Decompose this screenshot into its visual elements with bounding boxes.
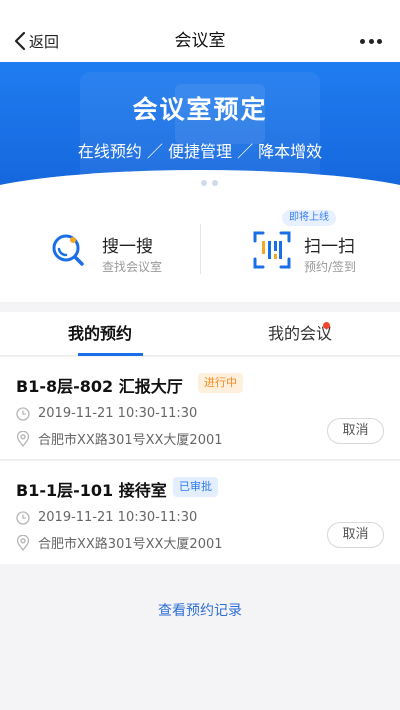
tab-active-indicator <box>78 353 143 356</box>
location-pin-icon <box>16 430 30 447</box>
search-magnifier-icon <box>52 234 84 266</box>
room-name: B1-1层-101 接待室 <box>16 481 167 500</box>
tab-bar: 我的预约 我的会议 <box>0 312 400 356</box>
time-text: 2019-11-21 10:30-11:30 <box>38 510 198 525</box>
room-name: B1-8层-802 汇报大厅 <box>16 377 183 396</box>
page-title: 会议室 <box>174 31 226 51</box>
carousel-dot[interactable] <box>212 180 218 186</box>
reservation-location: 合肥市XX路301号XX大厦2001 <box>16 533 223 552</box>
carousel-dot-active[interactable] <box>182 180 196 186</box>
banner-carousel[interactable]: 会议室预定 在线预约 ／ 便捷管理 ／ 降本增效 <box>0 62 400 196</box>
search-action[interactable]: 搜一搜 查找会议室 <box>48 196 198 302</box>
status-badge: 已审批 <box>173 477 218 497</box>
carousel-dot[interactable] <box>201 180 207 186</box>
clock-icon <box>16 406 30 421</box>
scan-action[interactable]: 即将上线 扫一扫 预约/签到 <box>250 196 400 302</box>
search-action-subtitle: 查找会议室 <box>102 260 163 274</box>
coming-soon-badge: 即将上线 <box>282 210 336 226</box>
view-reservation-records-link[interactable]: 查看预约记录 <box>0 600 400 620</box>
tab-my-meetings[interactable]: 我的会议 <box>200 312 400 356</box>
divider <box>200 224 201 274</box>
cancel-button[interactable]: 取消 <box>327 522 384 548</box>
reservation-location: 合肥市XX路301号XX大厦2001 <box>16 429 223 448</box>
nav-bar: 返回 会议室 <box>0 0 400 62</box>
carousel-indicator <box>0 180 400 186</box>
reservation-card[interactable]: B1-8层-802 汇报大厅 进行中 2019-11-21 10:30-11:3… <box>0 357 400 460</box>
cancel-button[interactable]: 取消 <box>327 418 384 444</box>
more-dots-icon[interactable] <box>360 31 382 51</box>
reservation-time: 2019-11-21 10:30-11:30 <box>16 406 197 421</box>
banner-subtitle: 在线预约 ／ 便捷管理 ／ 降本增效 <box>77 142 323 161</box>
banner-title: 会议室预定 <box>132 95 268 124</box>
tab-my-reservations[interactable]: 我的预约 <box>0 312 200 356</box>
quick-actions: 搜一搜 查找会议室 即将上线 扫一扫 预约/签到 <box>0 196 400 302</box>
location-text: 合肥市XX路301号XX大厦2001 <box>38 433 223 448</box>
reservation-time: 2019-11-21 10:30-11:30 <box>16 510 197 525</box>
location-text: 合肥市XX路301号XX大厦2001 <box>38 537 223 552</box>
scan-action-title: 扫一扫 <box>304 237 355 257</box>
location-pin-icon <box>16 534 30 551</box>
search-action-title: 搜一搜 <box>102 237 153 257</box>
status-badge: 进行中 <box>198 373 243 393</box>
scan-action-subtitle: 预约/签到 <box>304 260 357 274</box>
notification-dot <box>323 322 330 329</box>
time-text: 2019-11-21 10:30-11:30 <box>38 406 198 421</box>
clock-icon <box>16 510 30 525</box>
reservation-card[interactable]: B1-1层-101 接待室 已审批 2019-11-21 10:30-11:30… <box>0 461 400 564</box>
qr-scan-icon <box>253 231 291 269</box>
